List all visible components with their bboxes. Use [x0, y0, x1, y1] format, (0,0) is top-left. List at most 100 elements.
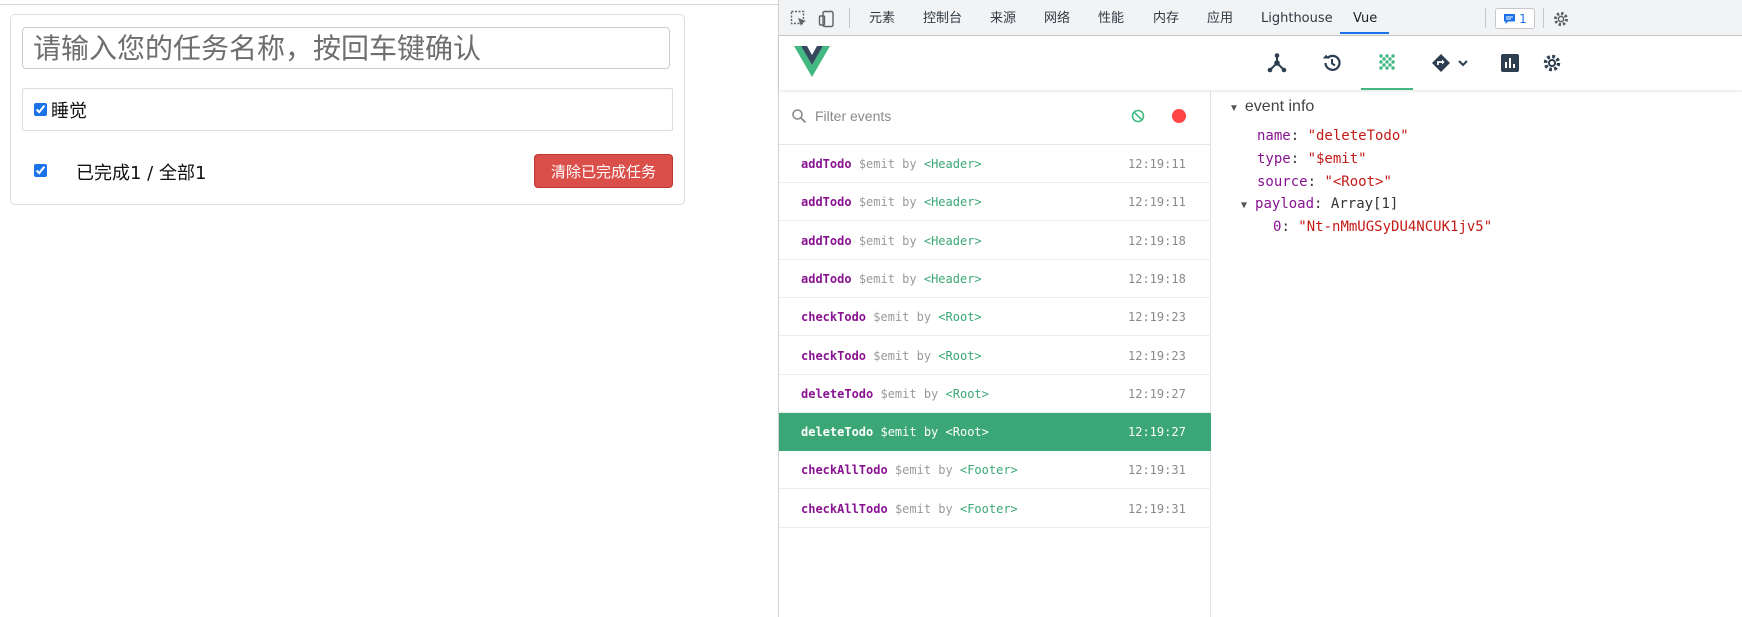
event-row[interactable]: deleteTodo $emit by <Root> 12:19:27 [779, 413, 1211, 451]
event-component: <Root> [938, 349, 982, 363]
event-name: checkAllTodo [801, 463, 888, 477]
list-item[interactable]: 睡觉 [23, 89, 672, 130]
tab-performance[interactable]: 性能 [1098, 0, 1124, 36]
event-component: <Root> [938, 310, 982, 324]
tab-elements[interactable]: 元素 [869, 0, 895, 36]
event-label: checkTodo $emit by <Root> [801, 349, 982, 363]
tab-sources[interactable]: 来源 [990, 0, 1016, 36]
event-name: addTodo [801, 272, 852, 286]
search-icon [792, 109, 807, 124]
event-component: <Footer> [959, 463, 1018, 477]
event-row[interactable]: addTodo $emit by <Header> 12:19:18 [779, 222, 1211, 260]
event-row[interactable]: checkTodo $emit by <Root> 12:19:23 [779, 298, 1211, 336]
device-toolbar-icon[interactable] [817, 9, 837, 29]
event-row[interactable]: deleteTodo $emit by <Root> 12:19:27 [779, 375, 1211, 413]
vue-devtools-toolbar [779, 36, 1742, 90]
new-task-input[interactable] [22, 27, 670, 69]
event-info-pane: ▼ event info name: "deleteTodo" type: "$e… [1212, 90, 1742, 617]
event-row[interactable]: addTodo $emit by <Header> 12:19:11 [779, 145, 1211, 183]
info-value: Array[1] [1330, 196, 1399, 212]
performance-chart-icon[interactable] [1484, 36, 1536, 90]
todo-footer: 已完成1 / 全部1 清除已完成任务 [22, 153, 673, 189]
issues-count: 1 [1519, 11, 1527, 26]
tab-application[interactable]: 应用 [1207, 0, 1233, 36]
event-component: <Header> [923, 157, 982, 171]
event-via: $emit by [880, 425, 939, 439]
event-time: 12:19:18 [1128, 234, 1186, 248]
event-time: 12:19:27 [1128, 425, 1186, 439]
tab-memory[interactable]: 内存 [1153, 0, 1179, 36]
filter-events-input[interactable] [815, 105, 1115, 127]
event-name: deleteTodo [801, 425, 874, 439]
message-icon [1504, 13, 1516, 24]
event-name: addTodo [801, 195, 852, 209]
event-row[interactable]: addTodo $emit by <Header> 12:19:18 [779, 260, 1211, 298]
event-name: checkTodo [801, 310, 867, 324]
page-top-divider [0, 4, 778, 5]
vue-logo-icon [794, 46, 830, 77]
event-via: $emit by [894, 502, 953, 516]
event-via: $emit by [858, 195, 917, 209]
event-row[interactable]: checkAllTodo $emit by <Footer> 12:19:31 [779, 490, 1211, 528]
info-value: "Nt-nMmUGSyDU4NCUK1jv5" [1298, 219, 1493, 235]
info-payload-item-row: 0: "Nt-nMmUGSyDU4NCUK1jv5" [1273, 219, 1493, 235]
event-info-header[interactable]: ▼ event info [1229, 98, 1314, 116]
todo-item-checkbox[interactable] [34, 103, 47, 116]
toolbar-divider [1543, 8, 1544, 28]
event-via: $emit by [858, 234, 917, 248]
tab-lighthouse[interactable]: Lighthouse [1261, 0, 1333, 36]
events-timeline-icon[interactable] [1361, 36, 1413, 90]
info-key: name [1257, 128, 1291, 144]
event-name: addTodo [801, 234, 852, 248]
event-via: $emit by [858, 272, 917, 286]
clear-events-icon[interactable] [1130, 108, 1146, 124]
events-filter-bar [779, 90, 1211, 145]
completion-status: 已完成1 / 全部1 [76, 163, 207, 184]
event-label: checkTodo $emit by <Root> [801, 310, 982, 324]
todo-app: 睡觉 已完成1 / 全部1 清除已完成任务 [10, 14, 685, 205]
inspect-element-icon[interactable] [789, 9, 809, 29]
event-label: addTodo $emit by <Header> [801, 272, 982, 286]
tab-network[interactable]: 网络 [1044, 0, 1070, 36]
check-all-checkbox[interactable] [34, 164, 47, 177]
event-label: checkAllTodo $emit by <Footer> [801, 463, 1018, 477]
event-time: 12:19:11 [1128, 157, 1186, 171]
event-row[interactable]: checkAllTodo $emit by <Footer> 12:19:31 [779, 451, 1211, 489]
vue-settings-icon[interactable] [1537, 36, 1567, 90]
collapse-caret-icon[interactable]: ▼ [1229, 103, 1239, 114]
devtools-tab-bar: 元素 控制台 来源 网络 性能 内存 应用 Lighthouse Vue 1 [779, 0, 1742, 36]
event-time: 12:19:11 [1128, 195, 1186, 209]
info-value: "deleteTodo" [1307, 128, 1409, 144]
tab-console[interactable]: 控制台 [923, 0, 962, 36]
event-time: 12:19:23 [1128, 349, 1186, 363]
event-time: 12:19:27 [1128, 387, 1186, 401]
event-label: addTodo $emit by <Header> [801, 195, 982, 209]
vuex-history-icon[interactable] [1306, 36, 1358, 90]
event-name: addTodo [801, 157, 852, 171]
event-row[interactable]: checkTodo $emit by <Root> 12:19:23 [779, 337, 1211, 375]
info-type-row: type: "$emit" [1257, 151, 1367, 167]
settings-gear-icon[interactable] [1551, 9, 1571, 29]
event-time: 12:19:31 [1128, 502, 1186, 516]
todo-list: 睡觉 [22, 88, 673, 131]
active-tab-indicator [1340, 32, 1389, 34]
issues-badge[interactable]: 1 [1495, 8, 1535, 29]
event-component: <Root> [945, 425, 989, 439]
router-dropdown-icon[interactable] [1423, 36, 1477, 90]
event-component: <Header> [923, 195, 982, 209]
event-time: 12:19:23 [1128, 310, 1186, 324]
info-payload-row[interactable]: ▼ payload: Array[1] [1241, 196, 1398, 212]
event-time: 12:19:31 [1128, 463, 1186, 477]
event-component: <Header> [923, 272, 982, 286]
event-time: 12:19:18 [1128, 272, 1186, 286]
info-key: source [1257, 174, 1308, 190]
info-source-row: source: "<Root>" [1257, 174, 1392, 190]
expand-caret-icon[interactable]: ▼ [1241, 200, 1247, 211]
components-tree-icon[interactable] [1251, 36, 1303, 90]
clear-completed-button[interactable]: 清除已完成任务 [534, 154, 673, 188]
toolbar-divider [1485, 8, 1486, 28]
tab-vue[interactable]: Vue [1353, 0, 1377, 36]
event-row[interactable]: addTodo $emit by <Header> 12:19:11 [779, 183, 1211, 221]
event-label: checkAllTodo $emit by <Footer> [801, 502, 1018, 516]
record-icon[interactable] [1172, 109, 1186, 123]
